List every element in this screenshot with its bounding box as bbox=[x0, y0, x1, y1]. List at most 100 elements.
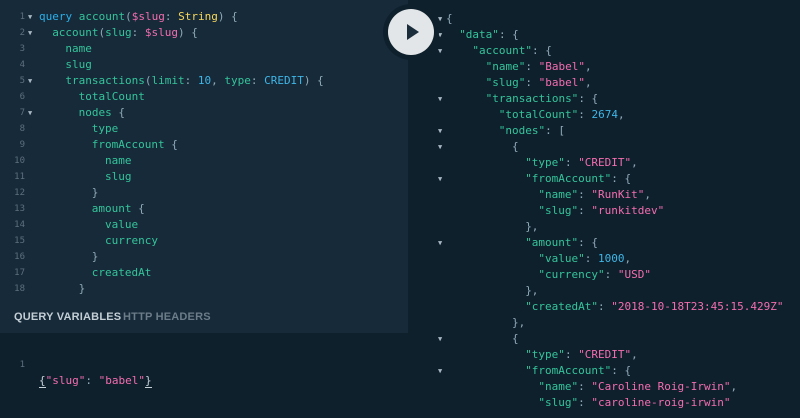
code-line: 14 value bbox=[0, 217, 408, 233]
code-text: } bbox=[79, 281, 86, 297]
result-token: : bbox=[578, 108, 592, 121]
variable-colon: : bbox=[85, 374, 99, 387]
result-line: "name": "RunKit", bbox=[424, 187, 800, 203]
code-line: 9 fromAccount { bbox=[0, 137, 408, 153]
result-token: "slug" bbox=[485, 76, 526, 89]
result-token: "2018-10-18T23:45:15.429Z" bbox=[611, 300, 784, 313]
fold-arrow-icon[interactable]: ▼ bbox=[438, 123, 442, 139]
result-token: "name" bbox=[538, 380, 579, 393]
result-text: "type": "CREDIT", bbox=[525, 347, 638, 363]
result-text: { bbox=[512, 331, 519, 347]
code-token: nodes bbox=[78, 106, 112, 119]
line-number: 12 bbox=[14, 188, 25, 198]
code-text: slug bbox=[65, 57, 92, 73]
tab-query-variables[interactable]: QUERY VARIABLES bbox=[14, 311, 121, 323]
result-token: "totalCount" bbox=[498, 108, 579, 121]
code-token: limit bbox=[151, 74, 185, 87]
result-line: }, bbox=[424, 315, 800, 331]
code-token: $slug bbox=[131, 10, 165, 23]
fold-arrow-icon[interactable]: ▼ bbox=[28, 105, 32, 121]
result-token: "nodes" bbox=[498, 124, 546, 137]
code-token: ) { bbox=[217, 10, 238, 23]
code-line: 13 amount { bbox=[0, 201, 408, 217]
result-text: }, bbox=[512, 315, 525, 331]
fold-arrow-icon[interactable]: ▼ bbox=[438, 11, 442, 27]
code-text: slug bbox=[105, 169, 132, 185]
variables-editor[interactable]: 1 {"slug": "babel"} bbox=[0, 333, 408, 418]
fold-arrow-icon[interactable]: ▼ bbox=[438, 235, 442, 251]
result-text: }, bbox=[525, 219, 538, 235]
code-line: 15 currency bbox=[0, 233, 408, 249]
result-text: "data": { bbox=[459, 27, 519, 43]
result-token: { bbox=[446, 12, 453, 25]
result-line: ▼ "data": { bbox=[424, 27, 800, 43]
result-token: "RunKit" bbox=[591, 188, 645, 201]
line-number: 15 bbox=[14, 236, 25, 246]
fold-arrow-icon[interactable]: ▼ bbox=[28, 9, 32, 25]
result-text: "slug": "runkitdev" bbox=[538, 203, 664, 219]
fold-arrow-icon[interactable]: ▼ bbox=[438, 43, 442, 59]
result-token: "data" bbox=[459, 28, 499, 41]
fold-arrow-icon[interactable]: ▼ bbox=[28, 73, 32, 89]
code-text: name bbox=[105, 153, 132, 169]
result-token: : { bbox=[532, 44, 552, 57]
result-token: : { bbox=[578, 92, 599, 105]
line-number: 1 bbox=[19, 360, 25, 370]
result-line: "type": "CREDIT", bbox=[424, 347, 800, 363]
line-number: 1 bbox=[19, 12, 25, 22]
code-text: account(slug: $slug) { bbox=[52, 25, 198, 41]
code-token: { bbox=[164, 138, 178, 151]
result-token: "babel" bbox=[538, 76, 585, 89]
result-token: "transactions" bbox=[485, 92, 579, 105]
code-token: name bbox=[65, 42, 92, 55]
line-number: 18 bbox=[14, 284, 25, 294]
query-pane: 1 ▼ query account($slug: String) {2 ▼ accoun… bbox=[0, 0, 408, 418]
code-line: 8 type bbox=[0, 121, 408, 137]
result-token: }, bbox=[525, 220, 539, 233]
result-token: "runkitdev" bbox=[591, 204, 665, 217]
fold-arrow-icon[interactable]: ▼ bbox=[438, 139, 442, 155]
line-number: 4 bbox=[19, 60, 25, 70]
fold-arrow-icon[interactable]: ▼ bbox=[438, 91, 442, 107]
run-query-button[interactable] bbox=[388, 9, 434, 55]
code-token: $slug bbox=[144, 26, 179, 39]
fold-arrow-icon[interactable]: ▼ bbox=[438, 27, 442, 43]
result-token: "slug" bbox=[538, 396, 579, 409]
result-text: "name": "Caroline Roig-Irwin", bbox=[538, 379, 737, 395]
result-token: "type" bbox=[525, 348, 565, 361]
code-token: : bbox=[164, 10, 179, 23]
result-text: "currency": "USD" bbox=[538, 267, 651, 283]
result-text: "slug": "caroline-roig-irwin" bbox=[538, 395, 730, 411]
result-line: ▼ "fromAccount": { bbox=[424, 171, 800, 187]
result-token: : { bbox=[498, 28, 519, 41]
result-line: "currency": "USD" bbox=[424, 267, 800, 283]
result-line: "name": "Caroline Roig-Irwin", bbox=[424, 379, 800, 395]
fold-arrow-icon[interactable]: ▼ bbox=[438, 331, 442, 347]
open-brace: { bbox=[39, 374, 46, 388]
code-token: { bbox=[131, 202, 145, 215]
result-token: "name" bbox=[485, 60, 526, 73]
tab-http-headers[interactable]: HTTP HEADERS bbox=[123, 311, 211, 323]
line-number: 3 bbox=[19, 44, 25, 54]
line-number: 5 bbox=[19, 76, 25, 86]
result-token: , bbox=[584, 76, 592, 89]
fold-arrow-icon[interactable]: ▼ bbox=[438, 363, 442, 379]
fold-arrow-icon[interactable]: ▼ bbox=[28, 25, 32, 41]
result-line: "name": "Babel", bbox=[424, 59, 800, 75]
line-number: 11 bbox=[14, 172, 25, 182]
code-text: } bbox=[92, 249, 99, 265]
line-number: 7 bbox=[19, 108, 25, 118]
query-editor[interactable]: 1 ▼ query account($slug: String) {2 ▼ accoun… bbox=[0, 9, 408, 301]
code-token: fromAccount bbox=[91, 138, 165, 151]
code-text: name bbox=[65, 41, 92, 57]
result-token: "name" bbox=[538, 188, 579, 201]
result-line: ▼ "amount": { bbox=[424, 235, 800, 251]
code-line: 10 name bbox=[0, 153, 408, 169]
fold-arrow-icon[interactable]: ▼ bbox=[438, 171, 442, 187]
variables-line: 1 {"slug": "babel"} bbox=[0, 341, 408, 388]
line-number: 9 bbox=[19, 140, 25, 150]
line-number: 8 bbox=[19, 124, 25, 134]
code-token: } bbox=[91, 186, 99, 199]
result-token: "createdAt" bbox=[525, 300, 599, 313]
code-token: value bbox=[105, 218, 139, 231]
